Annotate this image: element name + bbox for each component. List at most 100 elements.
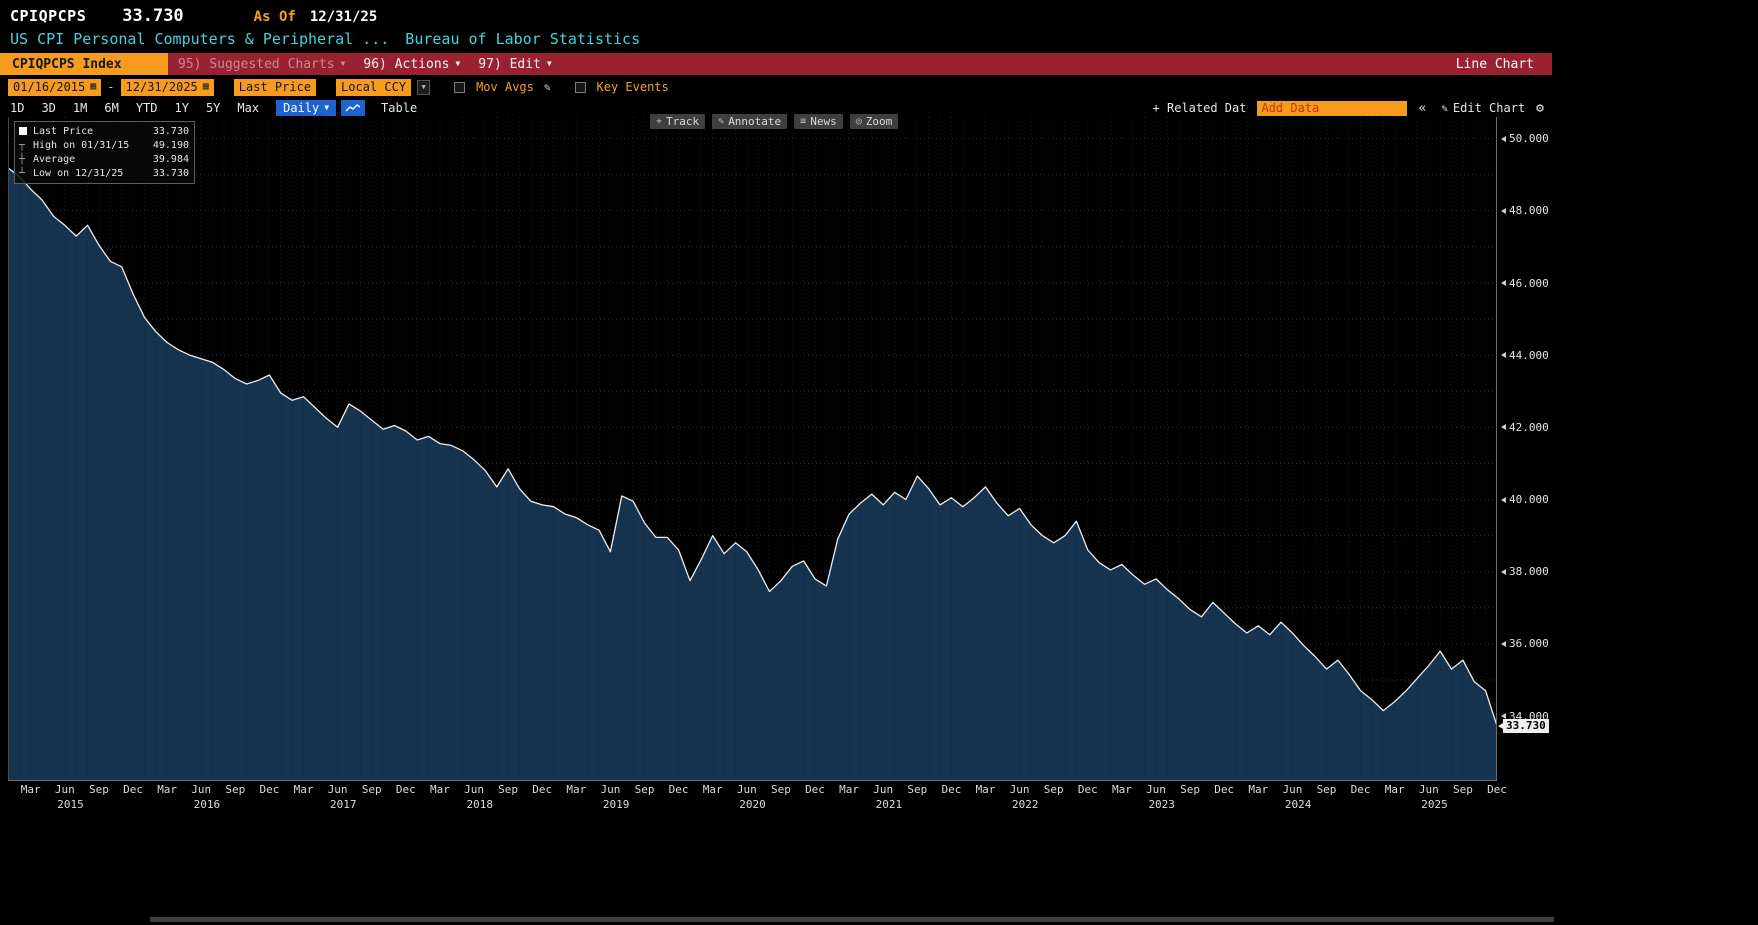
x-axis-month-label: Jun xyxy=(327,783,348,796)
x-axis-year-label: 2017 xyxy=(330,798,357,811)
price-field-selector[interactable]: Last Price xyxy=(233,78,317,96)
legend-value: 33.730 xyxy=(152,125,189,137)
x-axis-month-label: Jun xyxy=(1009,783,1030,796)
x-axis-month-label: Jun xyxy=(1282,783,1303,796)
series-swatch xyxy=(19,127,27,135)
key-events-label: Key Events xyxy=(596,80,669,94)
currency-dropdown-button[interactable]: ▼ xyxy=(417,79,431,95)
legend-row[interactable]: ┬ High on 01/31/15 49.190 xyxy=(19,138,189,152)
actions-menu[interactable]: 96) Actions ▼ xyxy=(363,57,460,72)
legend-value: 39.984 xyxy=(152,153,189,165)
ticker-symbol: CPIQPCPS xyxy=(10,7,87,25)
x-axis-year-label: 2020 xyxy=(739,798,766,811)
x-axis-year-label: 2023 xyxy=(1148,798,1175,811)
x-axis-month-label: Jun xyxy=(54,783,75,796)
legend-row[interactable]: Last Price 33.730 xyxy=(19,124,189,138)
x-axis-month-label: Mar xyxy=(1248,783,1269,796)
track-button[interactable]: + Track xyxy=(650,114,706,129)
chart-type-label: Line Chart xyxy=(1455,56,1534,72)
legend-label: Last Price xyxy=(33,125,94,137)
edit-menu[interactable]: 97) Edit ▼ xyxy=(478,57,551,72)
date-to-value: 12/31/2025 xyxy=(125,80,198,94)
legend-row[interactable]: ┼ Average 39.984 xyxy=(19,152,189,166)
x-axis-month-label: Dec xyxy=(1077,783,1098,796)
x-axis-month-label: Sep xyxy=(361,783,382,796)
x-axis-month-label: Jun xyxy=(464,783,484,796)
news-label: News xyxy=(810,115,837,128)
actions-label: 96) Actions xyxy=(363,56,450,72)
track-icon: + xyxy=(656,115,663,127)
x-axis-year-label: 2025 xyxy=(1421,798,1448,811)
x-axis-month-label: Dec xyxy=(805,783,825,796)
x-axis-month-label: Sep xyxy=(907,783,928,796)
legend-value: 33.730 xyxy=(152,167,189,179)
legend-label: Average xyxy=(33,153,76,165)
x-axis-month-label: Mar xyxy=(975,783,996,796)
y-axis-tick: 48.000 xyxy=(1501,204,1549,217)
y-axis-tick: 38.000 xyxy=(1501,565,1549,578)
date-to-field[interactable]: 12/31/2025 ▦ xyxy=(120,78,214,96)
x-axis-year-label: 2018 xyxy=(466,798,493,811)
y-axis-tick: 50.000 xyxy=(1501,132,1549,145)
x-axis-month-label: Dec xyxy=(668,783,689,796)
track-label: Track xyxy=(666,115,700,128)
x-axis-month-label: Jun xyxy=(1146,783,1166,796)
suggested-charts-menu[interactable]: 95) Suggested Charts ▼ xyxy=(178,57,345,72)
series-swatch-icon xyxy=(19,127,33,135)
x-axis-month-label: Dec xyxy=(1487,783,1507,796)
x-axis-month-label: Sep xyxy=(1316,783,1337,796)
x-axis-month-label: Dec xyxy=(1350,783,1371,796)
currency-selector[interactable]: Local CCY xyxy=(336,78,412,96)
x-axis-year-label: 2016 xyxy=(193,798,221,811)
x-axis-month-label: Dec xyxy=(1214,783,1235,796)
as-of-label: As Of xyxy=(253,9,296,25)
terminal-content: CPIQPCPS 33.730 As Of 12/31/25 US CPI Pe… xyxy=(0,0,1554,925)
x-axis-month-label: Mar xyxy=(157,783,178,796)
security-tab[interactable]: CPIQPCPS Index xyxy=(0,53,168,75)
header-row: CPIQPCPS 33.730 As Of 12/31/25 xyxy=(0,0,1552,26)
edit-label: 97) Edit xyxy=(478,56,541,72)
last-price-tag: 33.730 xyxy=(1498,718,1549,733)
x-axis-month-label: Dec xyxy=(395,783,416,796)
legend-row[interactable]: ┴ Low on 12/31/25 33.730 xyxy=(19,166,189,180)
x-axis-year-label: 2022 xyxy=(1012,798,1039,811)
news-icon: ≡ xyxy=(800,115,807,127)
zoom-label: Zoom xyxy=(865,115,893,128)
legend-value: 49.190 xyxy=(152,139,189,151)
annotate-button[interactable]: ✎ Annotate xyxy=(712,114,788,129)
window-edge xyxy=(150,917,1554,922)
annotate-icon: ✎ xyxy=(718,115,725,127)
chart-canvas[interactable] xyxy=(7,117,1498,781)
date-range-separator: - xyxy=(107,80,115,94)
date-from-field[interactable]: 01/16/2015 ▦ xyxy=(8,78,102,96)
x-axis-month-label: Jun xyxy=(191,783,212,796)
pencil-icon[interactable]: ✎ xyxy=(544,81,551,94)
security-description-row: US CPI Personal Computers & Peripheral .… xyxy=(0,26,1552,48)
date-from-value: 01/16/2015 xyxy=(13,80,86,94)
x-axis-month-label: Sep xyxy=(88,783,109,796)
caret-down-icon: ▼ xyxy=(324,103,330,112)
x-axis-month-label: Sep xyxy=(498,783,519,796)
zoom-button[interactable]: ◎ Zoom xyxy=(849,114,899,129)
x-axis-month-label: Jun xyxy=(736,783,757,796)
legend-label: High on 01/31/15 xyxy=(33,139,130,151)
x-axis-month-label: Dec xyxy=(532,783,553,796)
caret-down-icon: ▼ xyxy=(546,59,552,68)
key-events-checkbox[interactable] xyxy=(574,81,586,93)
annotate-label: Annotate xyxy=(728,115,782,128)
caret-down-icon: ▼ xyxy=(340,59,346,68)
x-axis-month-label: Jun xyxy=(600,783,621,796)
mov-avgs-checkbox[interactable] xyxy=(454,81,466,93)
x-axis-month-label: Sep xyxy=(1452,783,1473,796)
x-axis-month-label: Dec xyxy=(941,783,962,796)
calendar-icon: ▦ xyxy=(90,81,97,92)
mov-avgs-label: Mov Avgs xyxy=(476,80,534,94)
x-axis-month-label: Sep xyxy=(1180,783,1201,796)
x-axis-month-label: Mar xyxy=(566,783,587,796)
legend-label: Low on 12/31/25 xyxy=(33,167,124,179)
bloomberg-terminal: CPIQPCPS 33.730 As Of 12/31/25 US CPI Pe… xyxy=(0,0,1758,925)
news-button[interactable]: ≡ News xyxy=(794,114,843,129)
chart-area: Last Price 33.730 ┬ High on 01/31/15 49.190 ┼… xyxy=(0,112,1552,822)
x-axis-month-label: Mar xyxy=(429,783,450,796)
x-axis-month-label: Sep xyxy=(1043,783,1064,796)
